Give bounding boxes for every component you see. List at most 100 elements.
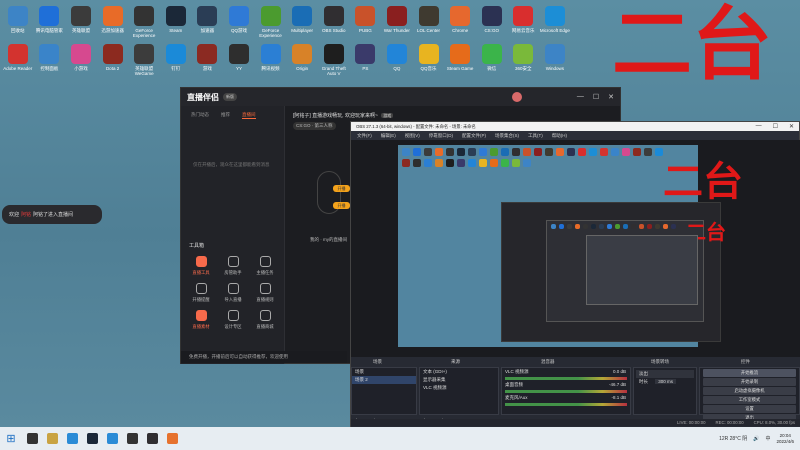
recycle-bin-icon[interactable] xyxy=(7,6,28,26)
close-icon[interactable]: ✕ xyxy=(789,123,794,130)
toolbox-item[interactable]: 直播规则 xyxy=(249,283,281,310)
desktop-icon[interactable]: 微信 xyxy=(476,44,508,82)
desktop-icon[interactable]: GeForce Experience xyxy=(128,6,160,44)
toolbox-item[interactable]: 直播工具 xyxy=(185,256,217,283)
start-live-button-2[interactable]: 开播 xyxy=(333,202,350,209)
source-item[interactable]: 显示器采集 xyxy=(420,376,498,384)
desktop-icon[interactable]: Steam Game xyxy=(444,44,476,82)
multiplayer-icon[interactable] xyxy=(292,6,313,26)
desktop-icon[interactable]: GeForce Experience xyxy=(255,6,287,44)
avatar[interactable] xyxy=(512,92,522,102)
close-icon[interactable]: ✕ xyxy=(608,93,614,101)
music-icon[interactable] xyxy=(513,6,534,26)
source-item[interactable]: VLC 视频源 xyxy=(420,384,498,392)
obs-preview[interactable]: 二台 二台 xyxy=(351,140,800,357)
transition-select[interactable]: 淡出 xyxy=(636,370,694,378)
qq-icon[interactable] xyxy=(386,44,407,64)
control-button[interactable]: 启动虚拟摄像机 xyxy=(703,387,796,395)
menu-item[interactable]: 帮助(H) xyxy=(552,133,567,138)
scene-item[interactable]: 场景 xyxy=(352,368,416,376)
desktop-icon[interactable]: 小游戏 xyxy=(65,44,97,82)
taskbar-app[interactable] xyxy=(22,427,42,450)
volume-icon[interactable]: 🔊 xyxy=(753,436,759,442)
taskbar-app[interactable] xyxy=(122,427,142,450)
desktop-icon[interactable]: LOL Center xyxy=(413,6,445,44)
desktop-icon[interactable]: 控制面板 xyxy=(34,44,66,82)
volume-meter[interactable] xyxy=(505,403,627,406)
taskbar-app[interactable] xyxy=(62,427,82,450)
taskbar-app[interactable] xyxy=(142,427,162,450)
lol-icon[interactable] xyxy=(70,6,91,26)
nvidia-icon[interactable] xyxy=(260,6,281,26)
g-icon[interactable] xyxy=(134,6,155,26)
colorful-icon[interactable] xyxy=(70,44,91,64)
desktop-icon[interactable]: 英雄联盟 WeGame xyxy=(128,44,160,82)
start-button[interactable]: ⊞ xyxy=(0,427,22,450)
qq-game-icon[interactable] xyxy=(228,6,249,26)
menu-item[interactable]: 文件(F) xyxy=(357,133,372,138)
toolbox-item[interactable]: 开播提醒 xyxy=(185,283,217,310)
video-icon[interactable] xyxy=(260,44,281,64)
obs-window[interactable]: OBS 27.1.3 (64-bit, windows) - 配置文件: 未命名… xyxy=(350,121,800,427)
desktop-icon[interactable]: 加速器 xyxy=(192,6,224,44)
maximize-icon[interactable]: ☐ xyxy=(593,93,599,101)
window-icon[interactable] xyxy=(544,44,565,64)
pdf-icon[interactable] xyxy=(7,44,28,64)
toolbox-item[interactable]: 直播素材 xyxy=(185,310,217,337)
desktop-icon[interactable]: 游戏 xyxy=(192,44,224,82)
browser-icon[interactable] xyxy=(450,6,471,26)
yellow-icon[interactable] xyxy=(418,44,439,64)
toolbox-item[interactable]: 导入直播 xyxy=(217,283,249,310)
desktop-icon[interactable]: 腾讯视频 xyxy=(255,44,287,82)
scene-item[interactable]: 场景 2 xyxy=(352,376,416,384)
start-live-button[interactable]: 开播 xyxy=(333,185,350,192)
taskbar-app[interactable] xyxy=(82,427,102,450)
menu-item[interactable]: 视图(V) xyxy=(405,133,420,138)
desktop-icon[interactable]: 迅游加速器 xyxy=(97,6,129,44)
menu-item[interactable]: 停靠窗口(D) xyxy=(429,133,453,138)
maximize-icon[interactable]: ☐ xyxy=(773,123,778,130)
desktop-icon[interactable]: PUBG xyxy=(350,6,382,44)
chat-icon[interactable] xyxy=(165,44,186,64)
desktop-icon[interactable]: QQ音乐 xyxy=(413,44,445,82)
menu-item[interactable]: 场景集合(S) xyxy=(495,133,519,138)
pubg-icon[interactable] xyxy=(355,6,376,26)
category-selector[interactable]: CS:GO · 第三人称 xyxy=(293,122,336,130)
desktop-icon[interactable]: 回收站 xyxy=(2,6,34,44)
taskbar-app[interactable] xyxy=(162,427,182,450)
source-item[interactable]: 文本 (GDI+) xyxy=(420,368,498,376)
war-icon[interactable] xyxy=(386,6,407,26)
control-button[interactable]: 开始推流 xyxy=(703,369,796,377)
desktop-icon[interactable]: PS xyxy=(350,44,382,82)
chat-tab[interactable]: 推荐 xyxy=(221,112,230,119)
dota-icon[interactable] xyxy=(102,44,123,64)
chat-tab[interactable]: 热门动态 xyxy=(191,112,209,119)
desktop-icon[interactable]: 英雄联盟 xyxy=(65,6,97,44)
wechat-icon[interactable] xyxy=(481,44,502,64)
desktop-icon[interactable]: 360安全 xyxy=(508,44,540,82)
toolbox-item[interactable]: 房管助手 xyxy=(217,256,249,283)
origin-icon[interactable] xyxy=(292,44,313,64)
game-icon[interactable] xyxy=(102,6,123,26)
steam-game-icon[interactable] xyxy=(450,44,471,64)
menu-item[interactable]: 编辑(E) xyxy=(381,133,396,138)
csgo-icon[interactable] xyxy=(481,6,502,26)
desktop-icon[interactable]: Dota 2 xyxy=(97,44,129,82)
minimize-icon[interactable]: — xyxy=(756,123,762,130)
game-icon[interactable] xyxy=(197,44,218,64)
desktop-icon[interactable]: War Thunder xyxy=(381,6,413,44)
desktop-icon[interactable]: Windows xyxy=(539,44,571,82)
toolbox-item[interactable]: 主播任务 xyxy=(249,256,281,283)
volume-meter[interactable] xyxy=(505,390,627,393)
edge-icon[interactable] xyxy=(544,6,565,26)
desktop-icon[interactable]: Grand Theft Auto V xyxy=(318,44,350,82)
taskbar-app[interactable] xyxy=(42,427,62,450)
lol-icon[interactable] xyxy=(418,6,439,26)
desktop-icon[interactable]: QQ xyxy=(381,44,413,82)
desktop-icon[interactable]: 网易云音乐 xyxy=(508,6,540,44)
duration-input[interactable]: 300 ms xyxy=(655,379,677,384)
clock[interactable]: 20:04 2022/4/6 xyxy=(776,433,794,445)
desktop-icon[interactable]: YY xyxy=(223,44,255,82)
weather-widget[interactable]: 12R 28°C 阴 xyxy=(719,435,747,442)
desktop-icon[interactable]: 钉钉 xyxy=(160,44,192,82)
